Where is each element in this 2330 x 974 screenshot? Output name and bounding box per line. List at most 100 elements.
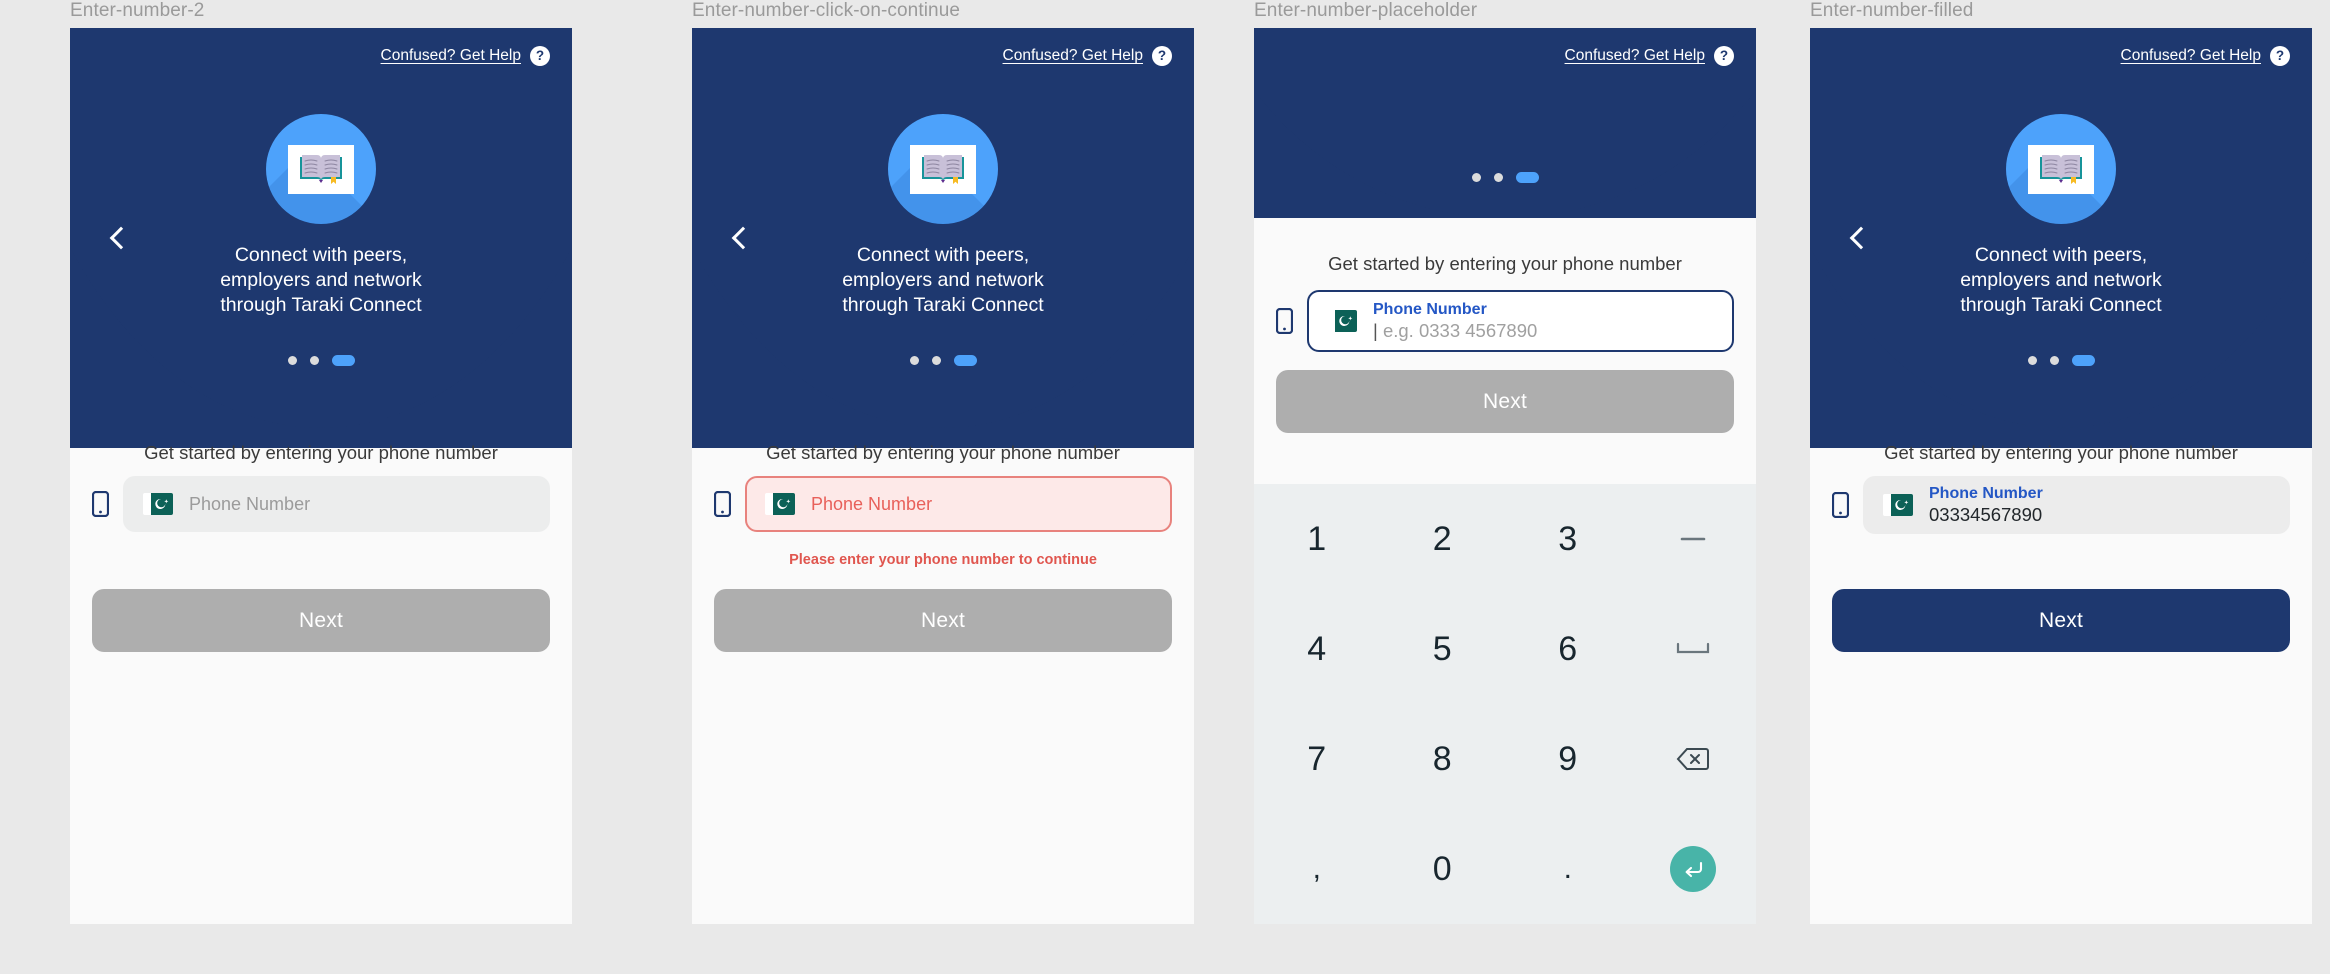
pagination-dot-2[interactable]: [1493, 173, 1503, 182]
pagination-dot-2[interactable]: [2049, 356, 2059, 365]
pakistan-flag-icon: [1883, 494, 1913, 516]
book-card: [288, 144, 354, 194]
key-7[interactable]: 7: [1254, 704, 1380, 814]
phone-screen: Confused? Get Help ? Connect with peers,…: [692, 28, 1194, 924]
key-1[interactable]: 1: [1254, 484, 1380, 594]
tagline-line-1: Connect with peers,: [856, 244, 1030, 266]
key-space[interactable]: [1631, 594, 1757, 704]
key-5[interactable]: 5: [1380, 594, 1506, 704]
get-help-link[interactable]: Confused? Get Help ?: [381, 46, 550, 66]
hero-header: Confused? Get Help ?: [70, 28, 572, 448]
question-mark-icon[interactable]: ?: [530, 46, 550, 66]
pakistan-flag-icon: [765, 493, 795, 515]
mobile-phone-icon: [1831, 491, 1850, 519]
get-help-link[interactable]: Confused? Get Help ?: [1565, 46, 1734, 66]
pagination-dot-1[interactable]: [2027, 356, 2037, 365]
screen-frame-enter-number-click-on-continue: Enter-number-click-on-continue Confused?…: [692, 0, 1194, 924]
hero-header: Confused? Get Help ?: [1810, 28, 2312, 448]
screen-frame-enter-number-placeholder: Enter-number-placeholder Confused? Get H…: [1254, 0, 1756, 924]
get-help-link[interactable]: Confused? Get Help ?: [1003, 46, 1172, 66]
pagination-dots: [692, 355, 1194, 366]
text-caret: |: [1373, 320, 1378, 341]
mobile-phone-icon: [713, 490, 732, 518]
mobile-phone-icon: [91, 490, 110, 518]
get-help-link[interactable]: Confused? Get Help ?: [2121, 46, 2290, 66]
screens-board: Enter-number-2 Confused? Get Help ? Conn…: [0, 0, 2330, 974]
pagination-dot-2[interactable]: [931, 356, 941, 365]
screen-frame-enter-number-2: Enter-number-2 Confused? Get Help ? Conn…: [70, 0, 572, 924]
get-help-label: Confused? Get Help: [1564, 47, 1705, 64]
next-button[interactable]: Next: [714, 589, 1172, 652]
question-mark-icon[interactable]: ?: [1714, 46, 1734, 66]
phone-number-input[interactable]: Phone Number: [745, 476, 1172, 532]
question-mark-icon[interactable]: ?: [2270, 46, 2290, 66]
dash-icon: [1680, 537, 1706, 541]
key-period[interactable]: .: [1505, 814, 1631, 924]
phone-input-row: Phone Number: [713, 476, 1172, 532]
hero-header: Confused? Get Help ?: [692, 28, 1194, 448]
prompt-text: Get started by entering your phone numbe…: [1328, 253, 1682, 274]
frame-title: Enter-number-2: [70, 0, 205, 21]
get-help-label: Confused? Get Help: [1002, 47, 1143, 64]
tagline-line-2: employers and network: [220, 269, 422, 291]
open-book-icon: [922, 155, 964, 184]
mobile-phone-icon: [1275, 307, 1294, 335]
book-card: [910, 144, 976, 194]
next-button[interactable]: Next: [1276, 370, 1734, 433]
key-dash[interactable]: [1631, 484, 1757, 594]
pagination-dot-1[interactable]: [287, 356, 297, 365]
next-button[interactable]: Next: [92, 589, 550, 652]
pagination-dot-1[interactable]: [1471, 173, 1481, 182]
pagination-dot-2[interactable]: [309, 356, 319, 365]
enter-arrow-icon: [1670, 846, 1717, 892]
key-8[interactable]: 8: [1380, 704, 1506, 814]
phone-number-input[interactable]: Phone Number: [123, 476, 550, 532]
phone-placeholder: Phone Number: [189, 493, 311, 514]
pagination-dots: [1810, 355, 2312, 366]
key-backspace[interactable]: [1631, 704, 1757, 814]
prompt-text: Get started by entering your phone numbe…: [1884, 442, 2238, 463]
phone-number-input[interactable]: Phone Number 03334567890: [1863, 476, 2290, 534]
pagination-dot-3[interactable]: [2071, 355, 2095, 366]
phone-screen: Confused? Get Help ? Connect with peers,…: [1810, 28, 2312, 924]
pagination-dots: [1254, 172, 1756, 183]
phone-placeholder: Phone Number: [811, 493, 933, 514]
pagination-dot-1[interactable]: [909, 356, 919, 365]
back-button[interactable]: [728, 225, 754, 251]
key-0[interactable]: 0: [1380, 814, 1506, 924]
key-2[interactable]: 2: [1380, 484, 1506, 594]
pagination-dot-3[interactable]: [331, 355, 355, 366]
phone-screen: Confused? Get Help ? Connect with peers,…: [70, 28, 572, 924]
frame-title: Enter-number-click-on-continue: [692, 0, 961, 21]
key-6[interactable]: 6: [1505, 594, 1631, 704]
key-9[interactable]: 9: [1505, 704, 1631, 814]
next-button[interactable]: Next: [1832, 589, 2290, 652]
pagination-dot-3[interactable]: [953, 355, 977, 366]
key-3[interactable]: 3: [1505, 484, 1631, 594]
phone-input-row: Phone Number: [91, 476, 550, 532]
pagination-dot-3[interactable]: [1515, 172, 1539, 183]
back-button[interactable]: [1846, 225, 1872, 251]
numeric-keyboard: 123 456 789 ,0.: [1254, 484, 1756, 924]
prompt-text: Get started by entering your phone numbe…: [144, 442, 498, 463]
phone-number-input[interactable]: Phone Number | e.g. 0333 4567890: [1307, 290, 1734, 352]
key-comma[interactable]: ,: [1254, 814, 1380, 924]
mobile-phone-icon: [1831, 491, 1850, 519]
tagline: Connect with peers, employers and networ…: [1810, 243, 2312, 318]
tagline: Connect with peers, employers and networ…: [692, 243, 1194, 318]
pagination-dots: [70, 355, 572, 366]
tagline-line-2: employers and network: [1960, 269, 2162, 291]
key-enter[interactable]: [1631, 814, 1757, 924]
phone-input-row: Phone Number | e.g. 0333 4567890: [1275, 290, 1734, 352]
tagline-line-2: employers and network: [842, 269, 1044, 291]
tagline: Connect with peers, employers and networ…: [70, 243, 572, 318]
question-mark-icon[interactable]: ?: [1152, 46, 1172, 66]
tagline-line-1: Connect with peers,: [1974, 244, 2148, 266]
phone-field-label: Phone Number: [1929, 485, 2043, 502]
key-4[interactable]: 4: [1254, 594, 1380, 704]
back-button[interactable]: [106, 225, 132, 251]
book-badge: [266, 114, 376, 224]
tagline-line-3: through Taraki Connect: [1960, 294, 2162, 316]
get-help-label: Confused? Get Help: [2120, 47, 2261, 64]
screen-frame-enter-number-filled: Enter-number-filled Confused? Get Help ?: [1810, 0, 2312, 924]
